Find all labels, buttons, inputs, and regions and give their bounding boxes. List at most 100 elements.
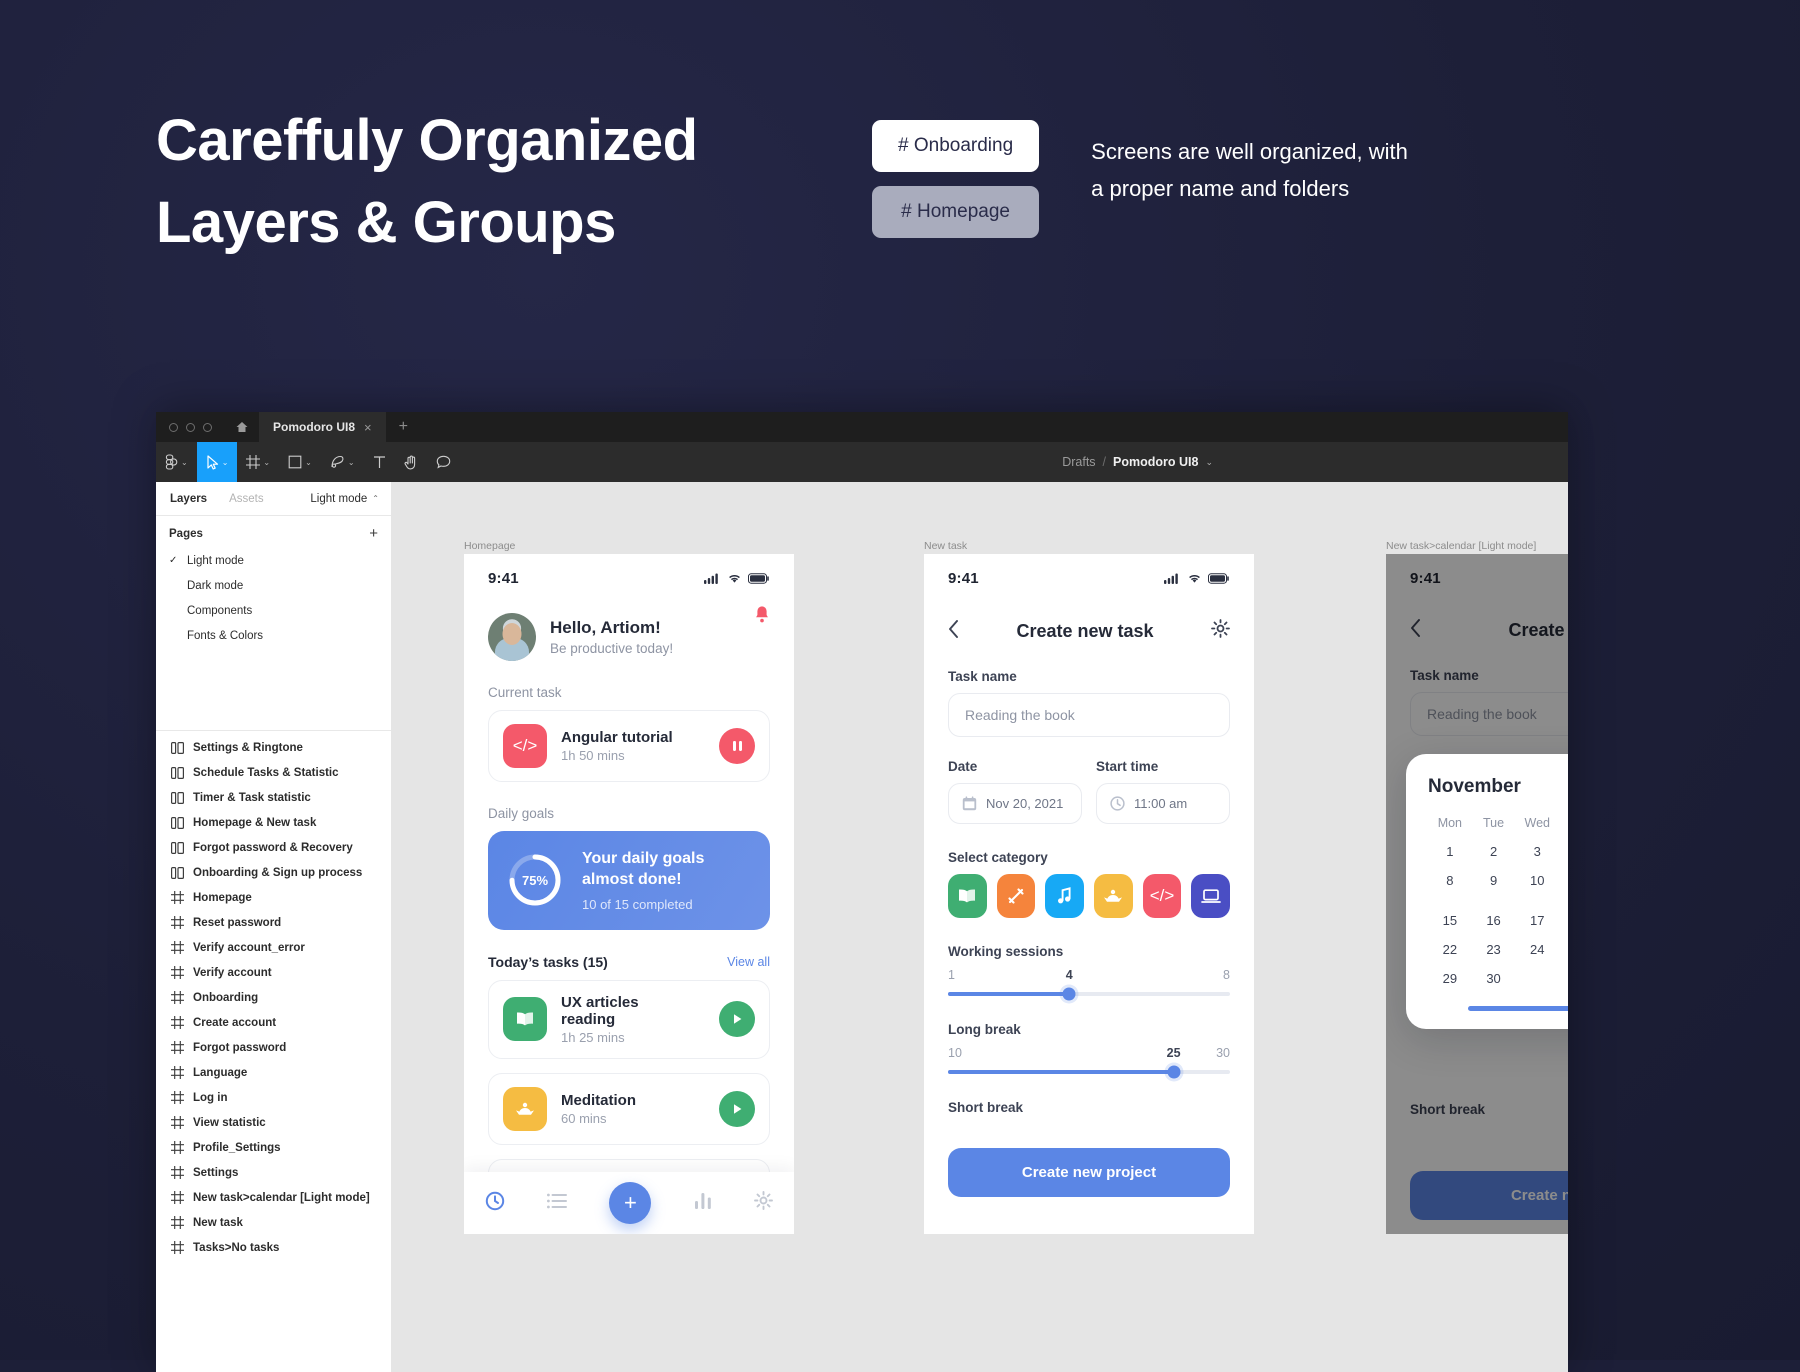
layer-item[interactable]: Reset password — [156, 910, 391, 935]
phone-newtask[interactable]: 9:41 Create new task Task name Reading t… — [924, 554, 1254, 1234]
layer-item[interactable]: Homepage — [156, 885, 391, 910]
layer-item[interactable]: Forgot password & Recovery — [156, 835, 391, 860]
chevron-down-icon[interactable]: ⌄ — [181, 458, 188, 467]
calendar-day[interactable]: 9 — [1472, 873, 1516, 899]
chevron-down-icon[interactable]: ⌄ — [348, 458, 355, 467]
daily-goals-card[interactable]: 75% Your daily goals almost done! 10 of … — [488, 831, 770, 930]
text-tool-button[interactable] — [364, 442, 395, 482]
phone-homepage[interactable]: 9:41 Hello, Artiom! Be productive today! — [464, 554, 794, 1234]
calendar-day[interactable]: 10 — [1515, 873, 1559, 899]
calendar-day[interactable]: 30 — [1472, 971, 1516, 986]
page-item-light-mode[interactable]: ✓ Light mode — [156, 548, 391, 573]
layer-item[interactable]: Log in — [156, 1085, 391, 1110]
calendar-day[interactable]: 8 — [1428, 873, 1472, 899]
start-time-field[interactable]: 11:00 am — [1096, 783, 1230, 824]
play-icon[interactable] — [719, 1001, 755, 1038]
layer-item[interactable]: Onboarding — [156, 985, 391, 1010]
calendar-day[interactable]: 15 — [1428, 913, 1472, 928]
calendar-popup[interactable]: November MonTueWedThu1234891011151617182… — [1406, 754, 1568, 1029]
calendar-day[interactable]: 22 — [1428, 942, 1472, 957]
calendar-day[interactable]: 1 — [1428, 844, 1472, 859]
layer-item[interactable]: Create account — [156, 1010, 391, 1035]
layer-item[interactable]: New task>calendar [Light mode] — [156, 1185, 391, 1210]
slider-track[interactable] — [948, 1065, 1230, 1079]
task-name-input[interactable]: Reading the book — [948, 693, 1230, 737]
category-book-icon[interactable] — [948, 874, 987, 918]
category-code-icon[interactable]: </> — [1142, 874, 1182, 918]
layer-item[interactable]: Schedule Tasks & Statistic — [156, 760, 391, 785]
calendar-day[interactable]: 17 — [1515, 913, 1559, 928]
figma-canvas[interactable]: Homepage New task New task>calendar [Lig… — [392, 482, 1568, 1372]
chevron-down-icon[interactable]: ⌄ — [305, 458, 312, 467]
date-field[interactable]: Nov 20, 2021 — [948, 783, 1082, 824]
move-tool-button[interactable]: ⌄ — [196, 442, 238, 482]
breadcrumb-file[interactable]: Pomodoro UI8 — [1113, 455, 1198, 469]
comment-tool-button[interactable] — [427, 442, 460, 482]
avatar[interactable] — [488, 613, 536, 661]
tab-layers[interactable]: Layers — [170, 493, 207, 505]
layer-item[interactable]: View statistic — [156, 1110, 391, 1135]
window-controls[interactable] — [156, 412, 225, 442]
frame-tool-button[interactable]: ⌄ — [237, 442, 279, 482]
home-icon[interactable] — [225, 412, 259, 442]
slider-knob[interactable] — [1167, 1065, 1181, 1079]
list-icon[interactable] — [547, 1193, 568, 1214]
badge-homepage[interactable]: # Homepage — [872, 186, 1040, 238]
layer-item[interactable]: Settings & Ringtone — [156, 735, 391, 760]
task-row[interactable]: UX articles reading 1h 25 mins — [488, 979, 770, 1059]
tab-assets[interactable]: Assets — [229, 493, 264, 505]
calendar-day[interactable]: 11 — [1559, 873, 1568, 899]
layer-item[interactable]: Onboarding & Sign up process — [156, 860, 391, 885]
current-task-card[interactable]: </> Angular tutorial 1h 50 mins — [488, 710, 770, 782]
chevron-down-icon[interactable]: ⌄ — [263, 458, 270, 467]
minimize-window-dot[interactable] — [186, 422, 195, 432]
gear-icon[interactable] — [753, 1191, 773, 1215]
maximize-window-dot[interactable] — [203, 422, 212, 432]
phone-calendar[interactable]: 9:41 Create new Task name Reading the bo… — [1386, 554, 1568, 1234]
layer-item[interactable]: Homepage & New task — [156, 810, 391, 835]
calendar-day[interactable]: 3 — [1515, 844, 1559, 859]
long-break-slider[interactable]: 10 25 30 — [924, 1046, 1254, 1079]
calendar-day[interactable]: 2 — [1472, 844, 1516, 859]
view-all-link[interactable]: View all — [727, 955, 770, 969]
pen-tool-button[interactable]: ⌄ — [321, 442, 364, 482]
category-music-icon[interactable] — [1045, 874, 1085, 918]
shape-tool-button[interactable]: ⌄ — [279, 442, 321, 482]
clock-icon[interactable] — [485, 1191, 505, 1216]
close-icon[interactable]: × — [364, 420, 372, 435]
calendar-day[interactable]: 25 — [1559, 942, 1568, 957]
play-icon[interactable] — [719, 1090, 755, 1127]
hand-tool-button[interactable] — [395, 442, 427, 482]
layer-item[interactable]: Verify account — [156, 960, 391, 985]
figma-menu-button[interactable]: ⌄ — [156, 442, 197, 482]
slider-track[interactable] — [948, 987, 1230, 1001]
task-row[interactable]: Meditation 60 mins — [488, 1072, 770, 1145]
calendar-day[interactable]: 24 — [1515, 942, 1559, 957]
calendar-day[interactable]: 23 — [1472, 942, 1516, 957]
working-sessions-slider[interactable]: 1 4 8 — [924, 968, 1254, 1001]
close-window-dot[interactable] — [169, 422, 178, 432]
pause-icon[interactable] — [719, 728, 755, 764]
calendar-day[interactable]: 4 — [1559, 844, 1568, 859]
plus-icon[interactable]: + — [609, 1182, 652, 1224]
chevron-left-icon[interactable] — [948, 619, 959, 643]
calendar-day[interactable]: 29 — [1428, 971, 1472, 986]
chart-icon[interactable] — [694, 1192, 712, 1215]
create-new-project-button[interactable]: Create new project — [948, 1148, 1230, 1197]
layer-item[interactable]: Forgot password — [156, 1035, 391, 1060]
chevron-down-icon[interactable]: ⌄ — [222, 458, 229, 467]
file-tab[interactable]: Pomodoro UI8 × — [259, 412, 386, 442]
category-meditation-icon[interactable] — [1094, 874, 1133, 918]
page-item-dark-mode[interactable]: Dark mode — [156, 573, 391, 598]
category-dumbbell-icon[interactable] — [996, 874, 1036, 918]
page-item-fonts-colors[interactable]: Fonts & Colors — [156, 623, 391, 648]
layer-item[interactable]: Verify account_error — [156, 935, 391, 960]
gear-icon[interactable] — [1211, 619, 1230, 643]
slider-knob[interactable] — [1062, 987, 1076, 1001]
layer-item[interactable]: New task — [156, 1210, 391, 1235]
breadcrumb-drafts[interactable]: Drafts — [1062, 455, 1095, 469]
calendar-day[interactable]: 16 — [1472, 913, 1516, 928]
layer-item[interactable]: Language — [156, 1060, 391, 1085]
layer-item[interactable]: Tasks>No tasks — [156, 1235, 391, 1260]
badge-onboarding[interactable]: # Onboarding — [872, 120, 1040, 172]
